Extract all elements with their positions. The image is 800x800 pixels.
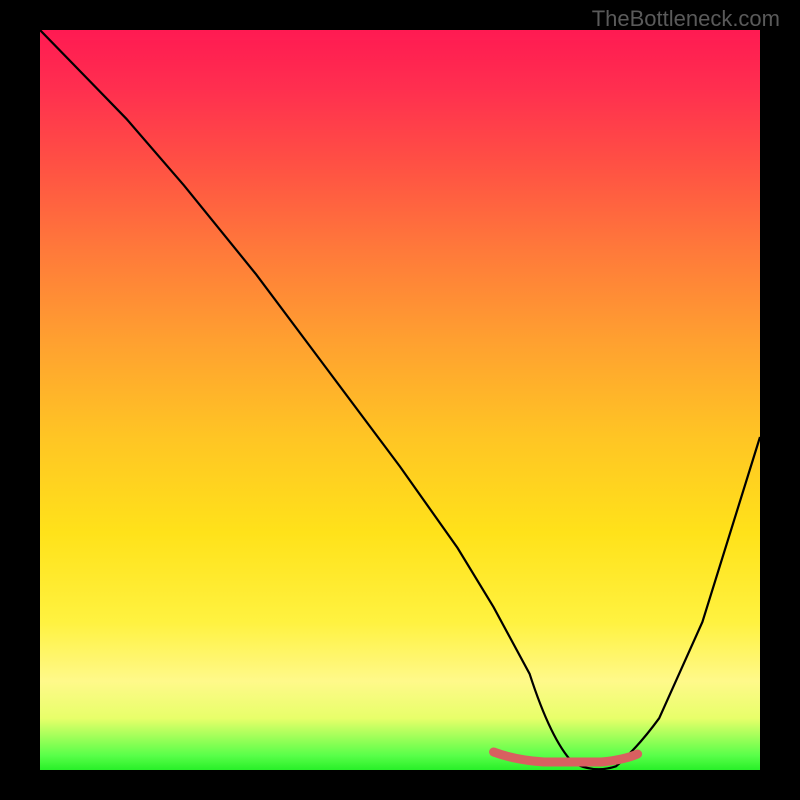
watermark-text: TheBottleneck.com (592, 6, 780, 32)
curve-main (40, 30, 760, 769)
plot-area (40, 30, 760, 770)
chart-svg (40, 30, 760, 770)
